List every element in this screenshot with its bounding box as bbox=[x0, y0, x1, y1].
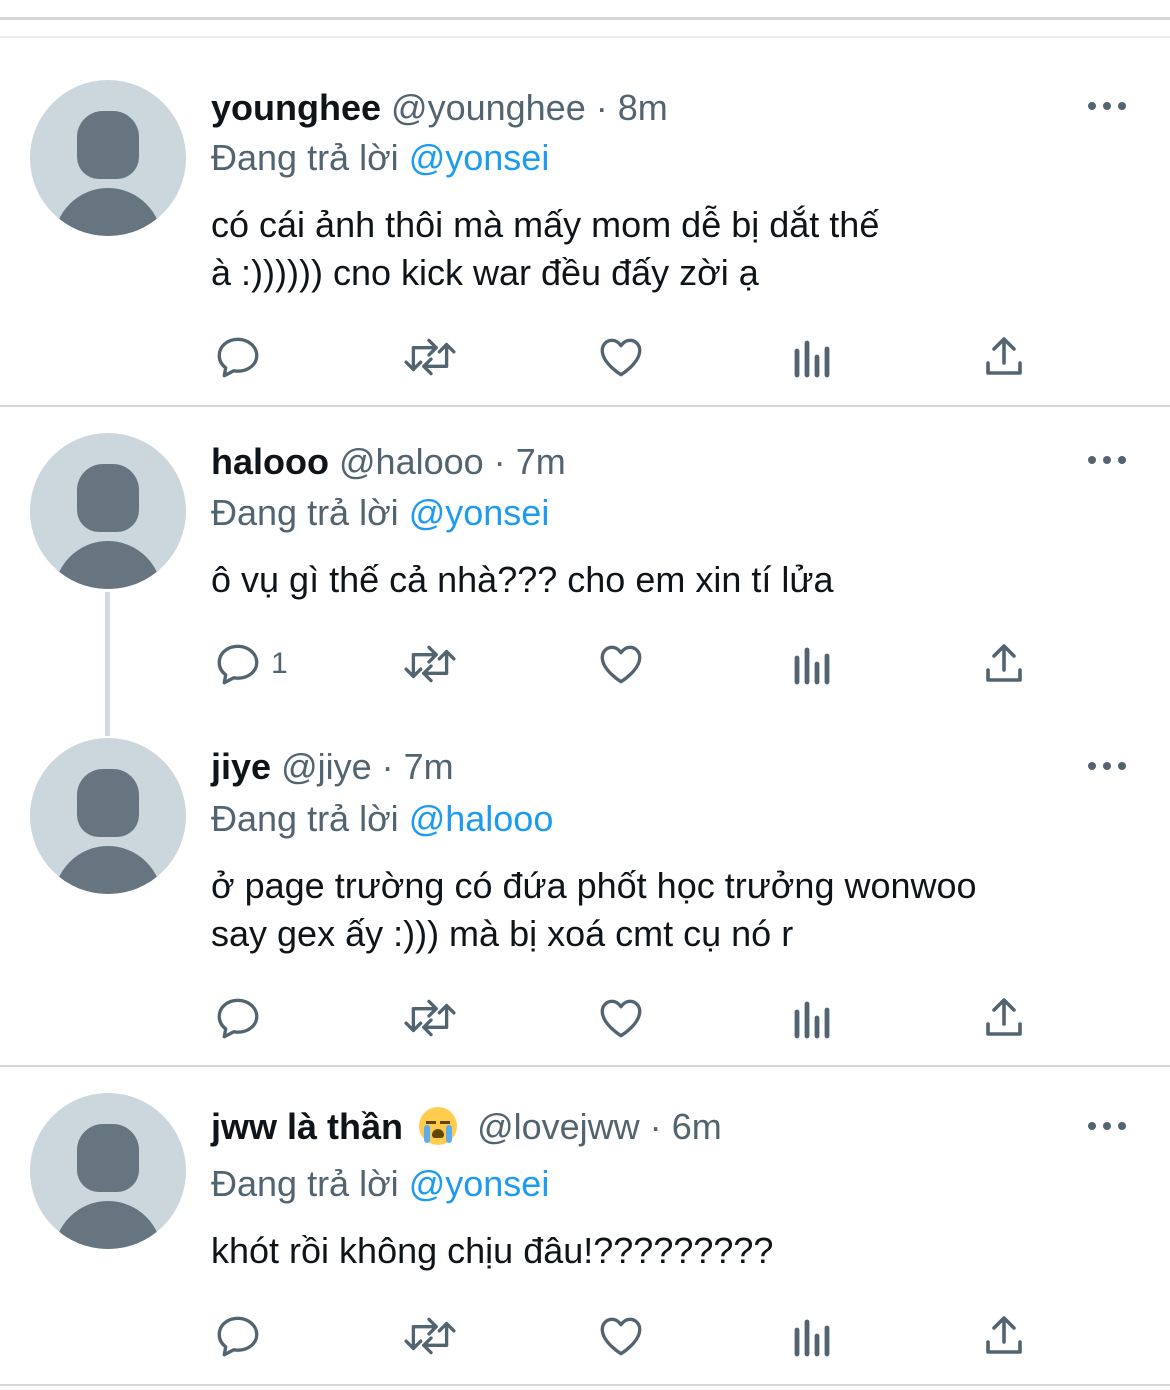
reply-icon bbox=[217, 1316, 259, 1357]
user-handle[interactable]: @younghee bbox=[391, 87, 586, 128]
like-button[interactable] bbox=[596, 634, 646, 694]
user-handle[interactable]: @lovejww bbox=[477, 1106, 640, 1147]
retweet-icon bbox=[404, 1317, 456, 1355]
mention-link[interactable]: @halooo bbox=[409, 798, 554, 839]
separator-dot: · bbox=[381, 746, 394, 787]
reply-icon bbox=[217, 337, 259, 378]
display-name[interactable]: jww là thần bbox=[211, 1106, 403, 1147]
like-icon bbox=[600, 338, 642, 377]
reply-count: 1 bbox=[271, 647, 288, 680]
timestamp[interactable]: 7m bbox=[516, 441, 566, 482]
display-name[interactable]: younghee bbox=[211, 87, 381, 128]
tweet-header: jiye @jiye · 7m bbox=[211, 743, 454, 791]
more-options-icon[interactable] bbox=[1088, 454, 1126, 466]
mention-link[interactable]: @yonsei bbox=[409, 137, 550, 178]
share-icon bbox=[986, 1316, 1022, 1354]
analytics-button[interactable] bbox=[791, 327, 835, 387]
default-avatar-icon bbox=[77, 769, 139, 837]
separator-dot: · bbox=[649, 1106, 662, 1147]
reply-button[interactable] bbox=[213, 327, 271, 387]
more-options-icon[interactable] bbox=[1088, 1120, 1126, 1132]
analytics-icon bbox=[794, 1319, 830, 1357]
avatar[interactable] bbox=[30, 738, 186, 894]
tweet-header: halooo @halooo · 7m bbox=[211, 438, 566, 486]
default-avatar-icon bbox=[77, 111, 139, 179]
share-button[interactable] bbox=[980, 988, 1028, 1048]
reply-icon bbox=[217, 998, 259, 1039]
replying-to: Đang trả lời @yonsei bbox=[211, 136, 549, 180]
analytics-icon bbox=[794, 647, 830, 685]
retweet-icon bbox=[404, 999, 456, 1037]
timestamp[interactable]: 7m bbox=[404, 746, 454, 787]
separator-dot: · bbox=[595, 87, 608, 128]
share-icon bbox=[986, 337, 1022, 375]
tweet-header: younghee @younghee · 8m bbox=[211, 84, 668, 132]
like-icon bbox=[600, 999, 642, 1038]
reply-icon bbox=[217, 644, 259, 685]
analytics-button[interactable] bbox=[791, 988, 835, 1048]
avatar[interactable] bbox=[30, 433, 186, 589]
share-icon bbox=[986, 998, 1022, 1036]
like-button[interactable] bbox=[596, 327, 646, 387]
tweet-actions bbox=[0, 988, 1170, 1048]
default-avatar-icon bbox=[77, 1124, 139, 1192]
share-button[interactable] bbox=[980, 327, 1028, 387]
replying-to-label: Đang trả lời bbox=[211, 1163, 399, 1204]
display-name[interactable]: halooo bbox=[211, 441, 329, 482]
replying-to-label: Đang trả lời bbox=[211, 492, 399, 533]
like-button[interactable] bbox=[596, 988, 646, 1048]
replying-to: Đang trả lời @yonsei bbox=[211, 491, 549, 535]
reply-button[interactable] bbox=[213, 988, 271, 1048]
replying-to-label: Đang trả lời bbox=[211, 798, 399, 839]
reply-button[interactable] bbox=[213, 1306, 271, 1366]
like-button[interactable] bbox=[596, 1306, 646, 1366]
retweet-button[interactable] bbox=[403, 327, 457, 387]
default-avatar-icon bbox=[77, 464, 139, 532]
reply-button[interactable]: 1 bbox=[213, 634, 288, 694]
mention-link[interactable]: @yonsei bbox=[409, 492, 550, 533]
like-icon bbox=[600, 645, 642, 684]
tweet-text: ở page trường có đứa phốt học trưởng won… bbox=[211, 865, 977, 954]
avatar[interactable] bbox=[30, 1093, 186, 1249]
replying-to: Đang trả lời @yonsei bbox=[211, 1162, 549, 1206]
retweet-button[interactable] bbox=[403, 1306, 457, 1366]
retweet-button[interactable] bbox=[403, 988, 457, 1048]
like-icon bbox=[600, 1317, 642, 1356]
separator-dot: · bbox=[493, 441, 506, 482]
tweet-header: jww là thần @lovejww · 6m bbox=[211, 1103, 722, 1151]
tweet-actions: 1 bbox=[0, 634, 1170, 694]
more-options-icon[interactable] bbox=[1088, 760, 1126, 772]
tweet-divider bbox=[0, 1384, 1170, 1386]
tweet-actions bbox=[0, 327, 1170, 387]
top-divider bbox=[0, 17, 1170, 20]
tweet-text: khót rồi không chịu đâu!????????? bbox=[211, 1230, 774, 1271]
tweet-text: ô vụ gì thế cả nhà??? cho em xin tí lửa bbox=[211, 559, 834, 600]
analytics-icon bbox=[794, 340, 830, 378]
analytics-button[interactable] bbox=[791, 1306, 835, 1366]
section-divider bbox=[0, 36, 1170, 38]
retweet-icon bbox=[404, 645, 456, 683]
tweet-divider bbox=[0, 405, 1170, 407]
user-handle[interactable]: @jiye bbox=[281, 746, 372, 787]
user-handle[interactable]: @halooo bbox=[339, 441, 484, 482]
share-button[interactable] bbox=[980, 1306, 1028, 1366]
retweet-button[interactable] bbox=[403, 634, 457, 694]
avatar[interactable] bbox=[30, 80, 186, 236]
timestamp[interactable]: 8m bbox=[618, 87, 668, 128]
retweet-icon bbox=[404, 338, 456, 376]
share-icon bbox=[986, 644, 1022, 682]
tweet-text: có cái ảnh thôi mà mấy mom dễ bị dắt thế… bbox=[211, 204, 880, 293]
timestamp[interactable]: 6m bbox=[672, 1106, 722, 1147]
analytics-icon bbox=[794, 1001, 830, 1039]
more-options-icon[interactable] bbox=[1088, 100, 1126, 112]
share-button[interactable] bbox=[980, 634, 1028, 694]
replying-to: Đang trả lời @halooo bbox=[211, 797, 553, 841]
replying-to-label: Đang trả lời bbox=[211, 137, 399, 178]
crying-face-emoji-icon bbox=[419, 1107, 458, 1145]
tweet-actions bbox=[0, 1306, 1170, 1366]
tweet-divider bbox=[0, 1065, 1170, 1067]
mention-link[interactable]: @yonsei bbox=[409, 1163, 550, 1204]
analytics-button[interactable] bbox=[791, 634, 835, 694]
display-name[interactable]: jiye bbox=[211, 746, 271, 787]
